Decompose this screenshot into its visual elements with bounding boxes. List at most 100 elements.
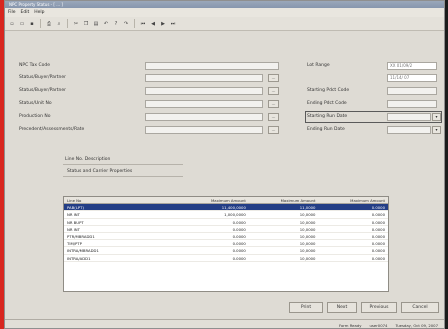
divider-line	[63, 176, 183, 177]
table-cell: 0.0000	[371, 255, 386, 261]
ending-pdct-code-field[interactable]	[387, 100, 437, 108]
previous-button[interactable]: Previous	[361, 302, 397, 313]
status-buyer-partner-field-1[interactable]	[145, 74, 263, 82]
label-status-unit-no: Status/Unit No	[19, 101, 52, 106]
status-unit-no-field[interactable]	[145, 100, 263, 108]
line-description-value: Status and Carrier Properties	[67, 169, 133, 174]
label-production-no: Production No	[19, 114, 51, 119]
toolbar-separator	[40, 19, 41, 28]
table-row[interactable]: PTR/MBRADD1 0.0000 10,0000 0.0000	[64, 233, 388, 241]
label-status-buyer-partner-1: Status/Buyer/Partner	[19, 75, 66, 80]
lookup-button-4[interactable]: …	[268, 113, 279, 121]
table-cell: 10,0000	[299, 233, 316, 239]
window-title: NPC Property Status - [ ... ]	[9, 2, 63, 7]
starting-pdct-code-field[interactable]	[387, 87, 437, 95]
table-cell: TIM/PTP	[67, 241, 82, 247]
open-icon[interactable]: ▭	[18, 20, 26, 28]
npc-tax-code-field[interactable]	[145, 62, 279, 70]
table-row[interactable]: NR BUPT 0.0000 10,0000 0.0000	[64, 219, 388, 226]
find-icon[interactable]: ⌕	[55, 20, 63, 28]
lot-range-field[interactable]: XX 01/09/2	[387, 62, 437, 70]
new-icon[interactable]: ▫	[8, 20, 16, 28]
lot-range-date-field[interactable]: 11/14/ 07	[387, 74, 437, 82]
next-button[interactable]: Next	[327, 302, 357, 313]
label-starting-pdct-code: Starting Pdct Code	[307, 88, 350, 93]
table-cell: PAB(LPT)	[67, 205, 84, 211]
cancel-button[interactable]: Cancel	[401, 302, 439, 313]
grid-header-cell[interactable]: Maximum Amount	[179, 197, 249, 203]
table-cell: NR INT	[67, 212, 80, 218]
calendar-button-2[interactable]: ▾	[432, 126, 441, 134]
table-cell: 0.0000	[371, 226, 386, 232]
table-row[interactable]: NR INT 0.0000 10,0000 0.0000	[64, 226, 388, 233]
table-cell: 0.0000	[371, 233, 386, 239]
table-cell: 10,0000	[299, 241, 316, 247]
focus-highlight	[305, 111, 442, 123]
paste-icon[interactable]: ▤	[92, 20, 100, 28]
lookup-button-1[interactable]: …	[268, 74, 279, 82]
table-cell: 10,0000	[299, 226, 316, 232]
label-lot-range: Lot Range	[307, 63, 330, 68]
status-bar: Form Ready user0074 Tuesday, Oct 09, 200…	[5, 319, 444, 328]
table-cell: 0.0000	[371, 205, 386, 211]
menu-file[interactable]: File	[8, 10, 16, 15]
lookup-button-5[interactable]: …	[268, 126, 279, 134]
nav-prev-icon[interactable]: ◀	[149, 20, 157, 28]
table-cell: 10,0000	[299, 248, 316, 254]
menu-help[interactable]: Help	[34, 10, 44, 15]
table-cell: 0.0000	[371, 212, 386, 218]
cut-icon[interactable]: ✂	[72, 20, 80, 28]
toolbar: ▫ ▭ ▪ ⎙ ⌕ ✂ ❐ ▤ ↶ ? ↷ ⏮ ◀ ▶ ⏭	[5, 17, 444, 31]
table-cell: 10,0000	[299, 219, 316, 225]
toolbar-separator	[67, 19, 68, 28]
ending-run-date-field[interactable]	[387, 126, 431, 134]
help-icon[interactable]: ?	[112, 20, 120, 28]
table-row[interactable]: PAB(LPT) 11,400,0000 11,0000 0.0000	[64, 204, 388, 212]
undo-icon[interactable]: ↶	[102, 20, 110, 28]
save-icon[interactable]: ▪	[28, 20, 36, 28]
table-cell: 11,0000	[299, 205, 316, 211]
nav-next-icon[interactable]: ▶	[159, 20, 167, 28]
app-window: NPC Property Status - [ ... ] File Edit …	[4, 0, 445, 329]
grid-header-row: Line No Maximum Amount Maximum Amount Ma…	[64, 197, 388, 205]
redo-icon[interactable]: ↷	[122, 20, 130, 28]
label-npc-tax-code: NPC Tax Code	[19, 63, 51, 68]
production-no-field[interactable]	[145, 113, 263, 121]
menu-edit[interactable]: Edit	[21, 10, 30, 15]
table-row[interactable]: INTRA/MBRADD1 0.0000 10,0000 0.0000	[64, 247, 388, 255]
copy-icon[interactable]: ❐	[82, 20, 90, 28]
nav-last-icon[interactable]: ⏭	[169, 20, 177, 28]
nav-first-icon[interactable]: ⏮	[139, 20, 147, 28]
print-icon[interactable]: ⎙	[45, 20, 53, 28]
table-cell: INTRA/MBRADD1	[67, 248, 99, 254]
precedent-rate-field[interactable]	[145, 126, 263, 134]
table-cell: 10,0000	[299, 255, 316, 261]
lookup-button-2[interactable]: …	[268, 87, 279, 95]
print-button[interactable]: Print	[289, 302, 323, 313]
grid-header-cell[interactable]: Maximum Amount	[249, 197, 319, 203]
table-cell: INTRA/ADD1	[67, 255, 91, 261]
grid-header-cell[interactable]: Line No	[64, 197, 179, 203]
table-cell: 0.0000	[371, 219, 386, 225]
toolbar-separator	[134, 19, 135, 28]
table-row[interactable]: NR INT 1,000,0000 10,0000 0.0000	[64, 211, 388, 219]
status-date: Tuesday, Oct 09, 2007	[395, 322, 438, 328]
lookup-button-3[interactable]: …	[268, 100, 279, 108]
grid-header-cell[interactable]: Maximum Amount	[318, 197, 388, 203]
table-row[interactable]: TIM/PTP 0.0000 10,0000 0.0000	[64, 240, 388, 248]
status-user: user0074	[369, 322, 388, 328]
status-buyer-partner-field-2[interactable]	[145, 87, 263, 95]
table-cell: 11,400,0000	[221, 205, 246, 211]
label-status-buyer-partner-2: Status/Buyer/Partner	[19, 88, 66, 93]
label-ending-run-date: Ending Run Date	[307, 127, 345, 132]
table-cell: 0.0000	[371, 248, 386, 254]
table-cell: 0.0000	[232, 233, 246, 239]
table-cell: 0.0000	[232, 226, 246, 232]
status-mode: Form Ready	[338, 322, 362, 328]
table-cell: 0.0000	[232, 241, 246, 247]
table-cell: 0.0000	[232, 219, 246, 225]
table-row[interactable]: INTRA/ADD1 0.0000 10,0000 0.0000	[64, 255, 388, 262]
table-cell: 0.0000	[371, 241, 386, 247]
window-titlebar: NPC Property Status - [ ... ]	[5, 1, 444, 8]
table-cell: 1,000,0000	[224, 212, 246, 218]
